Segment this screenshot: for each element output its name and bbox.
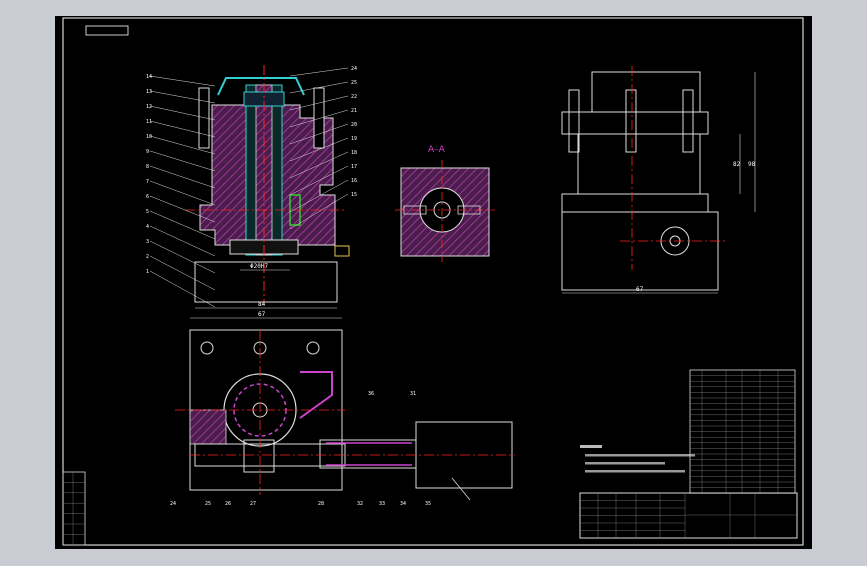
leader-number: 20 [351, 122, 357, 128]
leader-number: 24 [351, 66, 357, 72]
leader-number: 21 [351, 108, 357, 114]
leader-number: 15 [351, 192, 357, 198]
notes-heading [580, 445, 602, 448]
leader-number: 3 [146, 239, 149, 245]
leader-number: 8 [146, 164, 149, 170]
note-line-1 [585, 454, 695, 457]
right-bolt [313, 87, 325, 149]
base-dim-label: 84 [258, 301, 266, 308]
leader-number: 1 [146, 269, 149, 275]
leader-number: 22 [351, 94, 357, 100]
leader-number: 35 [425, 501, 431, 507]
plan-width-label: 67 [258, 311, 266, 318]
leader-number: 24 [170, 501, 176, 507]
leader-number: 36 [368, 391, 374, 397]
side-width-label: 67 [636, 286, 644, 293]
leader-number: 27 [250, 501, 256, 507]
leader-number: 32 [357, 501, 363, 507]
leader-number: 31 [410, 391, 416, 397]
leader-number: 12 [146, 104, 152, 110]
leader-number: 18 [351, 150, 357, 156]
leader-number: 7 [146, 179, 149, 185]
leader-number: 5 [146, 209, 149, 215]
plan-hatch-block [189, 409, 227, 445]
side-dim-outer-label: 98 [748, 161, 756, 168]
drawing-sheet [55, 16, 812, 549]
leader-number: 11 [146, 119, 152, 125]
leader-number: 34 [400, 501, 406, 507]
bore-dim-label: Φ20H7 [250, 263, 268, 270]
left-bolt [198, 87, 210, 149]
note-line-2 [585, 462, 665, 465]
leader-number: 28 [318, 501, 324, 507]
cad-viewer: Φ20H7 84 14 13 12 11 10 9 8 7 6 5 4 3 2 1 24 25 22 21 20 1… [0, 0, 867, 562]
leader-number: 6 [146, 194, 149, 200]
leader-number: 17 [351, 164, 357, 170]
leader-number: 25 [351, 80, 357, 86]
leader-number: 33 [379, 501, 385, 507]
leader-number: 10 [146, 134, 152, 140]
side-dim-inner-label: 82 [733, 161, 741, 168]
leader-number: 19 [351, 136, 357, 142]
note-line-3 [585, 470, 685, 473]
leader-number: 2 [146, 254, 149, 260]
leader-number: 14 [146, 74, 152, 80]
leader-number: 9 [146, 149, 149, 155]
cad-drawing: Φ20H7 84 1413121110987654321 24252221201… [55, 16, 812, 549]
leader-number: 4 [146, 224, 149, 230]
section-a-a-label: A–A [428, 145, 446, 155]
leader-number: 13 [146, 89, 152, 95]
leader-number: 25 [205, 501, 211, 507]
leader-number: 16 [351, 178, 357, 184]
leader-number: 26 [225, 501, 231, 507]
